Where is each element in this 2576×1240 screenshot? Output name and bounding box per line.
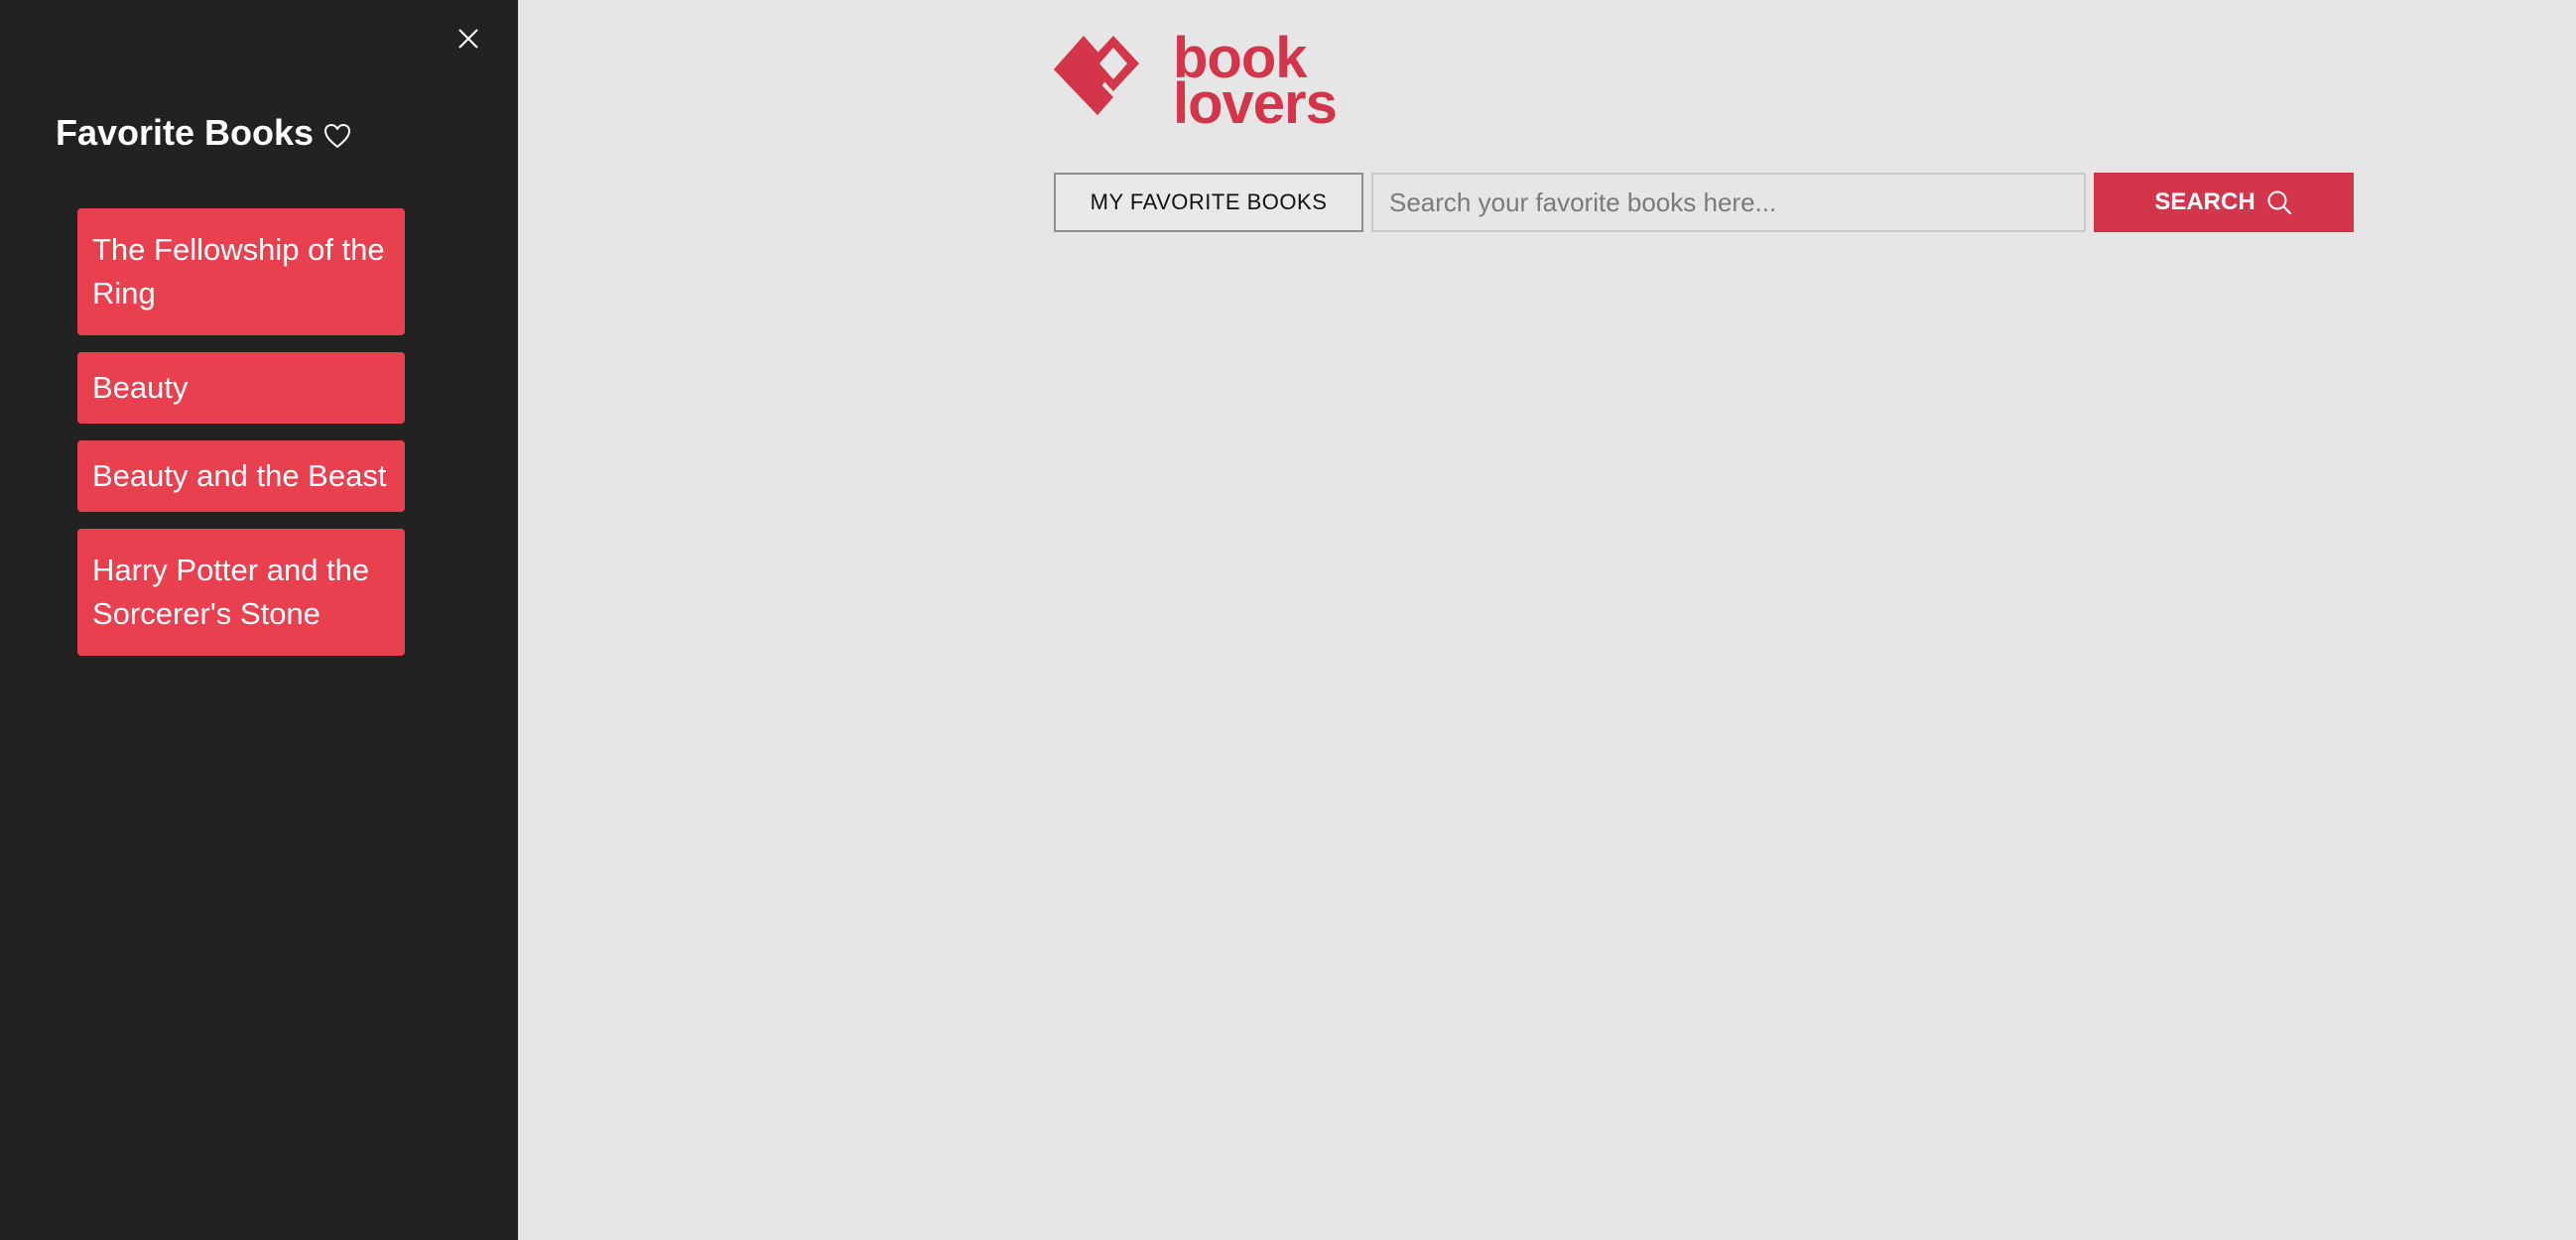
my-favorite-books-button[interactable]: MY FAVORITE BOOKS [1054, 173, 1363, 232]
my-favorite-books-label: MY FAVORITE BOOKS [1090, 189, 1328, 214]
sidebar-title: Favorite Books [56, 107, 352, 159]
heart-outline-icon [322, 122, 352, 150]
search-icon [2265, 188, 2293, 216]
search-toolbar: MY FAVORITE BOOKS SEARCH [1054, 173, 2354, 232]
book-lovers-logo[interactable]: book lovers [1054, 30, 1338, 136]
favorite-book-title: The Fellowship of the Ring [92, 232, 385, 310]
sidebar-title-text: Favorite Books [56, 112, 315, 153]
favorite-book-item[interactable]: Beauty and the Beast [77, 440, 405, 512]
close-icon[interactable] [451, 22, 485, 56]
favorite-book-title: Beauty [92, 370, 189, 405]
search-input[interactable] [1371, 173, 2086, 232]
logo-line-2: lovers [1173, 71, 1338, 136]
heart-book-logo-icon [1054, 30, 1173, 134]
logo-text: book lovers [1173, 30, 1338, 136]
favorite-book-item[interactable]: The Fellowship of the Ring [77, 208, 405, 335]
favorite-book-item[interactable]: Harry Potter and the Sorcerer's Stone [77, 529, 405, 656]
favorite-book-item[interactable]: Beauty [77, 352, 405, 424]
search-button[interactable]: SEARCH [2094, 173, 2354, 232]
favorite-book-title: Harry Potter and the Sorcerer's Stone [92, 553, 370, 631]
favorites-sidebar: Favorite Books The Fellowship of the Rin… [0, 0, 518, 1240]
app-page: Favorite Books The Fellowship of the Rin… [0, 0, 2576, 1240]
favorite-book-title: Beauty and the Beast [92, 458, 387, 493]
search-button-label: SEARCH [2154, 188, 2255, 215]
favorite-books-list: The Fellowship of the Ring Beauty Beauty… [77, 208, 405, 673]
